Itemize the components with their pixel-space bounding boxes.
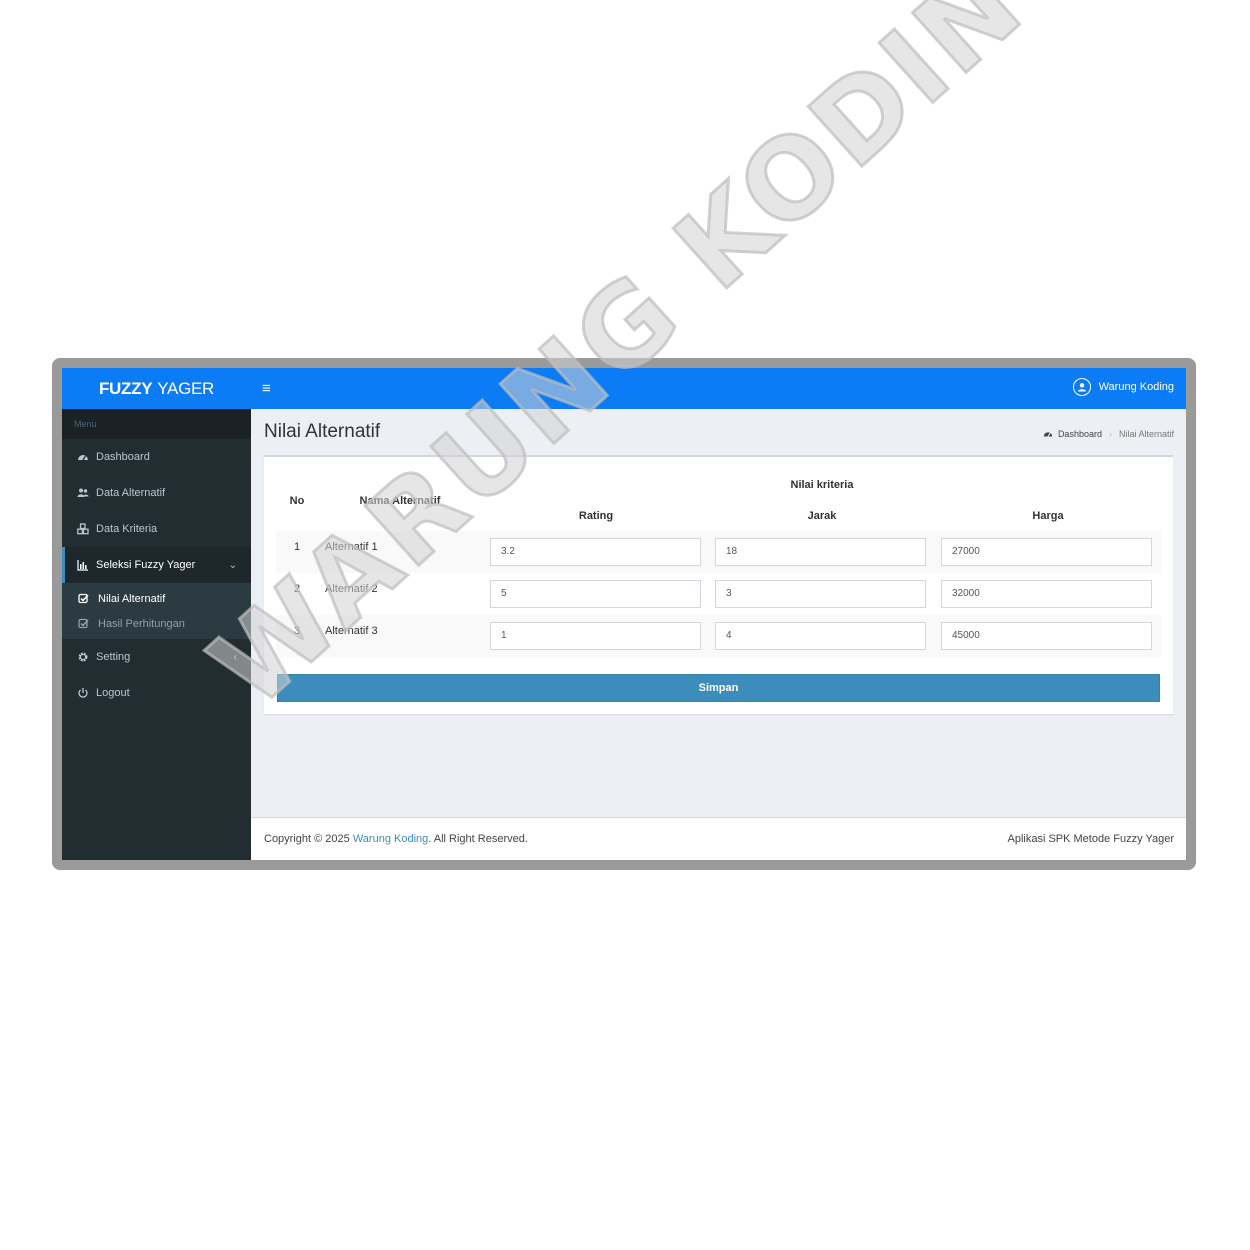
alternative-name: Alternatif 2 (325, 583, 378, 595)
footer: Copyright © 2025 Warung Koding. All Righ… (251, 817, 1186, 860)
table-row: 1 Alternatif 1 3.2 18 27000 (276, 531, 1161, 573)
sidebar-toggle-icon[interactable]: ≡ (262, 380, 271, 397)
footer-copyright: Copyright © 2025 Warung Koding. All Righ… (264, 833, 528, 845)
row-number: 3 (293, 625, 301, 637)
footer-link-warung-koding[interactable]: Warung Koding (353, 833, 428, 845)
harga-input[interactable]: 32000 (941, 580, 1152, 608)
copyright-suffix: . All Right Reserved. (428, 833, 528, 845)
sidebar-subitem-label: Hasil Perhitungan (98, 617, 185, 630)
header-harga: Harga (1032, 510, 1064, 522)
sidebar-item-setting[interactable]: Setting ‹ (62, 639, 251, 675)
sidebar-item-label: Data Alternatif (96, 487, 166, 499)
row-number: 2 (293, 583, 301, 595)
footer-app-name: Aplikasi SPK Metode Fuzzy Yager (1007, 833, 1174, 845)
header-jarak: Jarak (807, 510, 837, 522)
dashboard-icon (76, 451, 90, 463)
jarak-input[interactable]: 4 (715, 622, 926, 650)
table-row: 2 Alternatif 2 5 3 32000 (276, 573, 1161, 615)
harga-input[interactable]: 45000 (941, 622, 1152, 650)
sidebar-item-data-kriteria[interactable]: Data Kriteria (62, 511, 251, 547)
sidebar-item-data-alternatif[interactable]: Data Alternatif (62, 475, 251, 511)
jarak-input[interactable]: 3 (715, 580, 926, 608)
users-icon (76, 487, 90, 499)
alternative-name: Alternatif 3 (325, 625, 378, 637)
copyright-prefix: Copyright © 2025 (264, 833, 353, 845)
harga-input[interactable]: 27000 (941, 538, 1152, 566)
sidebar-item-label: Setting (96, 651, 131, 663)
bar-chart-icon (76, 559, 90, 571)
check-square-icon (78, 618, 92, 629)
rating-input[interactable]: 1 (490, 622, 701, 650)
breadcrumb-link-dashboard[interactable]: Dashboard (1058, 429, 1102, 439)
top-navbar: FUZZY YAGER ≡ Warung Koding (62, 368, 1186, 409)
sidebar-submenu: Nilai Alternatif Hasil Perhitungan (62, 583, 251, 639)
sidebar-subitem-nilai-alternatif[interactable]: Nilai Alternatif (62, 586, 251, 611)
sidebar-menu-header: Menu (62, 409, 251, 439)
sidebar-item-label: Dashboard (96, 451, 150, 463)
sidebar-item-label: Data Kriteria (96, 523, 158, 535)
header-nilai-kriteria: Nilai kriteria (790, 479, 854, 491)
check-square-icon (78, 593, 92, 604)
cubes-icon (76, 523, 90, 535)
user-menu[interactable]: Warung Koding (1072, 378, 1174, 396)
form-card: No Nama Alternatif Nilai kriteria Rating… (264, 455, 1173, 714)
user-name: Warung Koding (1098, 381, 1174, 393)
chevron-left-icon: ‹ (233, 651, 237, 663)
rating-input[interactable]: 5 (490, 580, 701, 608)
logo-rest-text: YAGER (157, 378, 215, 398)
user-avatar-icon (1072, 378, 1091, 396)
chevron-down-icon: ⌄ (228, 559, 237, 571)
breadcrumb-current: Nilai Alternatif (1118, 429, 1174, 439)
header-nama-alternatif: Nama Alternatif (359, 495, 441, 507)
sidebar-item-dashboard[interactable]: Dashboard (62, 439, 251, 475)
logo-bold-text: FUZZY (98, 378, 153, 398)
dashboard-icon (1043, 432, 1053, 437)
power-icon (76, 687, 90, 699)
gear-icon (76, 651, 90, 663)
alternative-name: Alternatif 1 (325, 541, 378, 553)
sidebar-subitem-hasil-perhitungan[interactable]: Hasil Perhitungan (62, 611, 251, 636)
main-content: Nilai Alternatif Dashboard › Nilai Alter… (251, 409, 1186, 817)
sidebar-item-label: Logout (96, 687, 130, 699)
table-row: 3 Alternatif 3 1 4 45000 (276, 615, 1161, 657)
page-title: Nilai Alternatif (264, 421, 381, 442)
sidebar-item-seleksi-fuzzy-yager[interactable]: Seleksi Fuzzy Yager ⌄ (62, 547, 251, 583)
row-number: 1 (293, 541, 301, 553)
sidebar-item-logout[interactable]: Logout (62, 675, 251, 711)
sidebar: Menu Dashboard Data Alternatif Data Krit… (62, 409, 251, 860)
jarak-input[interactable]: 18 (715, 538, 926, 566)
header-no: No (289, 495, 305, 507)
sidebar-subitem-label: Nilai Alternatif (98, 592, 166, 605)
rating-input[interactable]: 3.2 (490, 538, 701, 566)
breadcrumb: Dashboard › Nilai Alternatif (1043, 429, 1174, 439)
sidebar-item-label: Seleksi Fuzzy Yager (96, 559, 196, 571)
app-logo[interactable]: FUZZY YAGER (62, 368, 251, 409)
breadcrumb-separator: › (1108, 429, 1112, 439)
header-rating: Rating (578, 510, 614, 522)
save-button[interactable]: Simpan (277, 674, 1160, 702)
app-window: FUZZY YAGER ≡ Warung Koding Menu Dashboa… (62, 368, 1186, 860)
